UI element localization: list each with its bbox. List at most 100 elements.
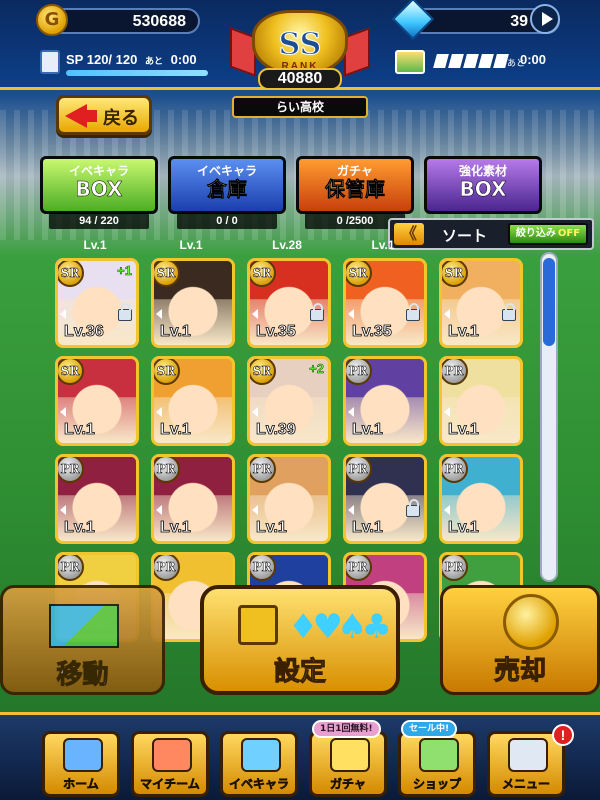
nav-label: ガチャ [330,777,366,792]
left-arrow-icon [348,309,354,319]
nav-label: ショップ [412,777,462,792]
rank-crest[interactable]: SS RANK 40880 [230,2,370,97]
character-card[interactable]: PR Lv.1 [247,454,331,544]
school-name: らい高校 [232,96,368,118]
character-card[interactable]: PR Lv.1 [439,356,523,446]
nav-badge: セール中! [401,720,458,738]
character-card[interactable]: SR Lv.1 [55,356,139,446]
left-arrow-icon [60,505,66,515]
home-icon [63,738,103,772]
rank-shield: SS RANK [252,10,348,76]
rarity-badge: PR [346,555,372,581]
nav-team[interactable]: マイチーム [131,731,209,797]
filter-state: OFF [557,228,581,239]
character-card[interactable]: SR Lv.1 [151,258,235,348]
left-arrow-icon [348,407,354,417]
card-level: Lv.1 [64,519,96,537]
diamond-icon [391,0,435,41]
rarity-badge: PR [442,359,468,385]
rarity-badge: PR [442,457,468,483]
nav-home[interactable]: ホーム [42,731,120,797]
prev-row-level: Lv.1 [83,238,107,252]
sell-label: 売却 [493,656,546,687]
left-arrow-icon [252,407,258,417]
card-level: Lv.36 [64,323,105,341]
nav-label: マイチーム [140,777,200,792]
scrollbar-thumb[interactable] [543,258,555,346]
card-level: Lv.1 [160,421,192,439]
card-level: Lv.1 [448,323,480,341]
rarity-badge: PR [58,555,84,581]
sp-progress-fill [66,70,208,76]
left-arrow-icon [60,309,66,319]
lock-settings-button[interactable]: ♦♥♠♣ 設定 [200,585,400,695]
character-card[interactable]: PR Lv.1 [151,454,235,544]
character-card[interactable]: SR Lv.1 [439,258,523,348]
gem-value: 39 [510,13,528,30]
nav-shop[interactable]: ショップ セール中! [398,720,476,797]
stamina-bars [433,54,509,68]
gacha-icon [330,738,370,772]
left-arrow-icon [156,309,162,319]
menu-icon [508,738,548,772]
back-button[interactable]: 戻る [56,95,152,135]
tab-material-box[interactable]: 強化素材 BOX [424,156,542,214]
prev-row-level: Lv.1 [371,238,395,252]
lock-icon [118,303,132,321]
team-icon [152,738,192,772]
rarity-badge: PR [346,359,372,385]
nav-gacha[interactable]: ガチャ 1日1回無料! [309,720,387,797]
tab-line2: BOX [459,177,507,201]
character-card[interactable]: PR Lv.1 [55,454,139,544]
upgrade-plus: +1 [117,263,132,279]
shop-icon [419,738,459,772]
character-card[interactable]: PR Lv.1 [343,356,427,446]
tab-gacha-vault[interactable]: ガチャ 保管庫 0 /2500 [296,156,414,229]
character-card[interactable]: SR Lv.1 [151,356,235,446]
lock-icon [310,303,324,321]
sp-value: 120/ 120 [86,52,138,67]
category-tabs: イベキャラ BOX 94 / 220 イベキャラ 倉庫 0 / 0 ガチャ 保管… [40,156,590,229]
sp-time: 0:00 [170,52,197,67]
character-card[interactable]: SR +2 Lv.39 [247,356,331,446]
rarity-badge: SR [58,359,84,385]
move-boxes-icon [49,604,119,648]
rarity-badge: SR [154,359,180,385]
bottom-navigation: ホーム マイチーム イベキャラ ガチャ 1日1回無料! ショップ セール中! メニュー! [0,712,600,800]
tab-count: 0 / 0 [177,213,277,229]
left-arrow-icon [156,407,162,417]
lock-label: 設定 [273,657,326,688]
sell-button[interactable]: 売却 [440,585,600,695]
prev-row-level: Lv.28 [272,238,302,252]
character-card[interactable]: SR Lv.35 [343,258,427,348]
left-arrow-icon [444,407,450,417]
character-card[interactable]: PR Lv.1 [439,454,523,544]
nav-menu[interactable]: メニュー! [487,724,574,797]
rank-grade: SS [278,27,322,63]
coin-value: 530688 [132,13,186,30]
add-gems-icon[interactable] [530,4,560,34]
sp-text: SP 120/ 120 あと 0:00 [66,52,197,67]
character-card[interactable]: SR Lv.35 [247,258,331,348]
nav-event-chara[interactable]: イベキャラ [220,731,298,797]
sp-label: SP [66,52,84,67]
tab-event-chara-box[interactable]: イベキャラ BOX 94 / 220 [40,156,158,229]
card-level: Lv.1 [352,519,384,537]
move-button[interactable]: 移動 [0,585,165,695]
character-card[interactable]: PR Lv.1 [343,454,427,544]
move-label: 移動 [56,660,109,691]
character-card[interactable]: SR +1 Lv.36 [55,258,139,348]
sp-progress-bar [66,70,208,76]
rarity-badge: PR [58,457,84,483]
upgrade-plus: +2 [309,361,324,377]
left-arrow-icon [60,407,66,417]
nav-label: イベキャラ [228,777,290,792]
tab-event-chara-storage[interactable]: イベキャラ 倉庫 0 / 0 [168,156,286,229]
tab-line2: 倉庫 [207,177,248,201]
tab-line2: BOX [75,177,123,201]
card-level: Lv.1 [64,421,96,439]
card-level: Lv.1 [448,519,480,537]
rarity-badge: SR [346,261,372,287]
card-level: Lv.39 [256,421,297,439]
scrollbar[interactable] [540,252,558,582]
